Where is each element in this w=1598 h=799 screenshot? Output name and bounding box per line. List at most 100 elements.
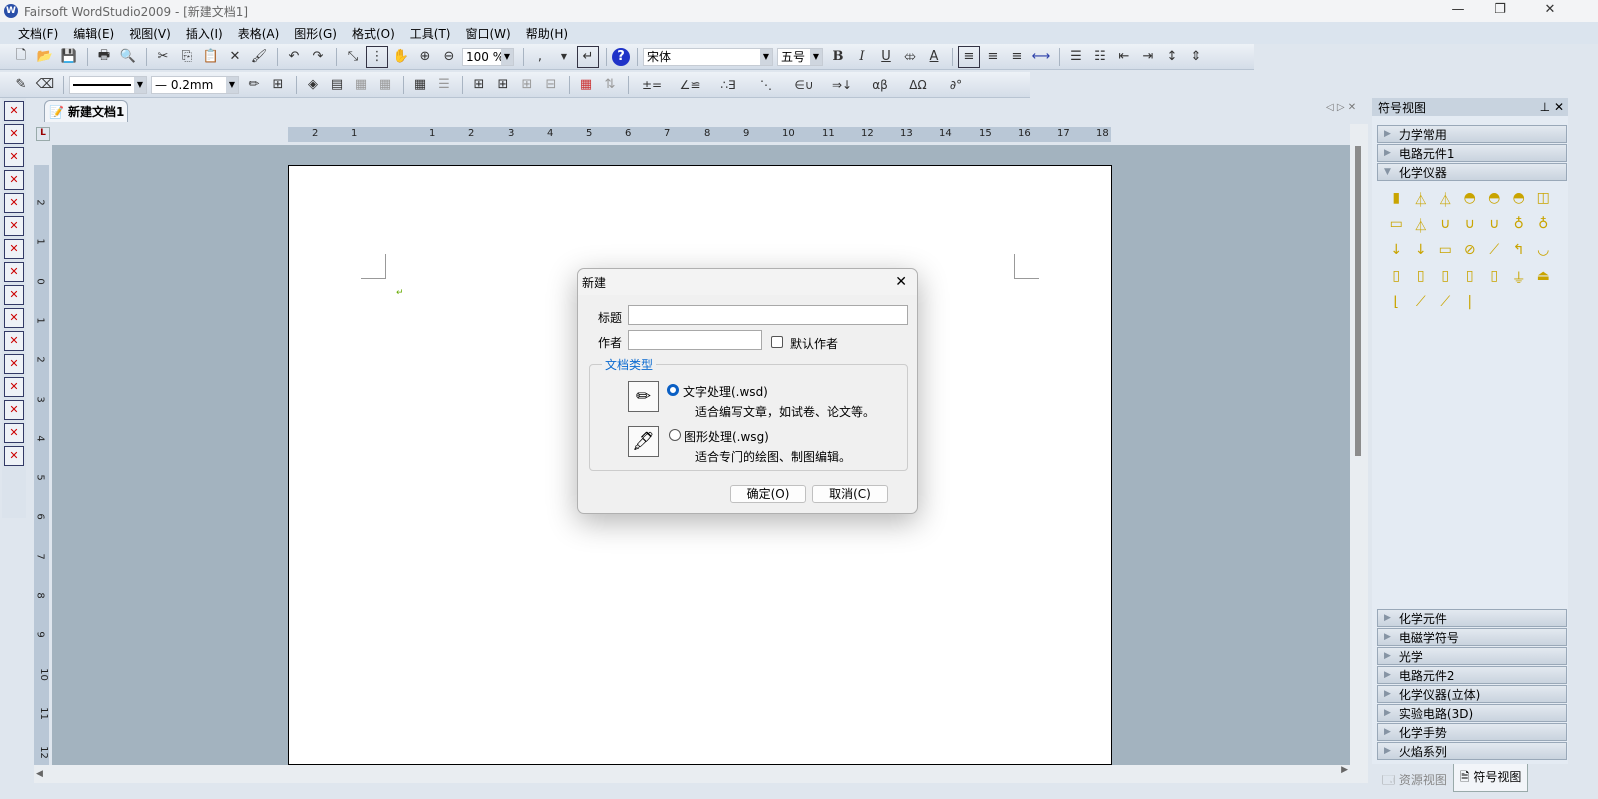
chemistry-apparatus-icon[interactable]: ▭: [1384, 216, 1409, 236]
chemistry-apparatus-icon[interactable]: ⏃: [1409, 190, 1434, 210]
align-center-icon[interactable]: ≡: [982, 46, 1004, 68]
cross-point-icon[interactable]: ✕: [4, 124, 24, 144]
maximize-button[interactable]: ❐: [1480, 2, 1520, 17]
insert-row-icon[interactable]: ⊞: [468, 74, 490, 96]
chemistry-apparatus-icon[interactable]: ⏃: [1433, 190, 1458, 210]
chemistry-apparatus-icon[interactable]: ⟋: [1433, 294, 1458, 314]
italic-button[interactable]: I: [851, 46, 873, 68]
radio-word-processing[interactable]: [667, 384, 679, 396]
symbol-button[interactable]: ΔΩ: [900, 74, 936, 96]
dialog-close-button[interactable]: ✕: [895, 274, 907, 290]
delete-icon[interactable]: ✕: [224, 46, 246, 68]
chemistry-apparatus-icon[interactable]: ▮: [1384, 190, 1409, 210]
shade2-icon[interactable]: ▦: [374, 74, 396, 96]
copy-icon[interactable]: ⎘: [176, 46, 198, 68]
minimize-button[interactable]: —: [1438, 2, 1478, 17]
chemistry-apparatus-icon[interactable]: ↓: [1384, 242, 1409, 262]
shade-icon[interactable]: ▦: [350, 74, 372, 96]
line-width-select[interactable]: — 0.2mm ▼: [151, 75, 239, 94]
circle-center-icon[interactable]: ✕: [4, 193, 24, 213]
save-icon[interactable]: 💾: [58, 46, 80, 68]
symbol-button[interactable]: αβ: [862, 74, 898, 96]
chemistry-apparatus-icon[interactable]: ▯: [1384, 268, 1409, 288]
chemistry-apparatus-icon[interactable]: ◫: [1531, 190, 1556, 210]
menu-item[interactable]: 表格(A): [238, 25, 280, 42]
edit-shape-icon[interactable]: ✎: [10, 74, 32, 96]
punctuation-button[interactable]: ,: [529, 46, 551, 68]
border-icon[interactable]: ⊞: [267, 74, 289, 96]
table-format-icon[interactable]: ☰: [433, 74, 455, 96]
sort-icon[interactable]: ⇅: [599, 74, 621, 96]
bullet-list-icon[interactable]: ☷: [1089, 46, 1111, 68]
chemistry-apparatus-icon[interactable]: ▯: [1482, 268, 1507, 288]
spiral-icon[interactable]: ✕: [4, 285, 24, 305]
tab-resource-view[interactable]: 🗔 资源视图: [1376, 766, 1453, 799]
category[interactable]: ▶ 光学: [1377, 647, 1567, 665]
print-preview-icon[interactable]: 🔍: [117, 46, 139, 68]
grid-icon[interactable]: ⋮: [366, 45, 388, 68]
tab-symbol-view[interactable]: 🗎 符号视图: [1452, 764, 1529, 792]
chemistry-apparatus-icon[interactable]: ♁: [1507, 216, 1532, 236]
symbol-button[interactable]: ∠≌: [672, 74, 708, 96]
symbol-button[interactable]: ⇒↓: [824, 74, 860, 96]
line-segment-icon[interactable]: ✕: [4, 170, 24, 190]
chemistry-apparatus-icon[interactable]: ∪: [1482, 216, 1507, 236]
vertical-scrollbar[interactable]: [1350, 124, 1368, 765]
new-icon[interactable]: 🗋: [10, 46, 32, 68]
chemistry-apparatus-icon[interactable]: ∪: [1433, 216, 1458, 236]
chemistry-apparatus-icon[interactable]: ⌊: [1384, 294, 1409, 314]
cancel-button[interactable]: 取消(C): [812, 485, 888, 503]
chemistry-apparatus-icon[interactable]: ⏏: [1531, 268, 1556, 288]
line-style-select[interactable]: ▼: [69, 75, 147, 94]
numbered-list-icon[interactable]: ☰: [1065, 46, 1087, 68]
char-spacing-icon[interactable]: ⤄: [899, 46, 921, 68]
align-right-icon[interactable]: ≡: [1006, 46, 1028, 68]
close-button[interactable]: ✕: [1530, 2, 1570, 17]
menu-item[interactable]: 文档(F): [18, 25, 58, 42]
symbol-button[interactable]: ∈∪: [786, 74, 822, 96]
format-painter-icon[interactable]: 🖌: [248, 46, 270, 68]
merge-cell-icon[interactable]: ⊟: [540, 74, 562, 96]
chemistry-apparatus-icon[interactable]: ▭: [1433, 242, 1458, 262]
chemistry-apparatus-icon[interactable]: ⏚: [1507, 268, 1532, 288]
line-spacing-icon[interactable]: ↕: [1161, 46, 1183, 68]
title-input[interactable]: [628, 305, 908, 325]
chemistry-apparatus-icon[interactable]: ∪: [1458, 216, 1483, 236]
category-2[interactable]: ▼ 化学仪器: [1377, 163, 1567, 181]
category[interactable]: ▶ 化学手势: [1377, 723, 1567, 741]
ok-button[interactable]: 确定(O): [730, 485, 806, 503]
magnet-icon[interactable]: ✕: [4, 101, 24, 121]
table-grid-icon[interactable]: ▦: [575, 74, 597, 96]
option-word-processing[interactable]: 文字处理(.wsd): [683, 383, 768, 400]
vertical-ruler[interactable]: 2 1 0 1 2 3 4 5 6 7 8 9 10 11 12: [34, 165, 49, 765]
chemistry-apparatus-icon[interactable]: ◓: [1458, 190, 1483, 210]
chemistry-apparatus-icon[interactable]: ▯: [1458, 268, 1483, 288]
punctuation-dropdown[interactable]: ▼: [553, 46, 575, 68]
author-input[interactable]: [628, 330, 762, 350]
menu-item[interactable]: 工具(T): [410, 25, 451, 42]
select-icon[interactable]: ⤡: [342, 46, 364, 68]
tab-document[interactable]: 📝 新建文档1: [44, 100, 128, 122]
line-color-icon[interactable]: ✏: [243, 74, 265, 96]
category[interactable]: ▶ 实验电路(3D): [1377, 704, 1567, 722]
rings-icon[interactable]: ✕: [4, 400, 24, 420]
arc-icon[interactable]: ✕: [4, 262, 24, 282]
paste-icon[interactable]: 📋: [200, 46, 222, 68]
font-select[interactable]: 宋体 ▼: [643, 47, 773, 66]
chemistry-apparatus-icon[interactable]: |: [1458, 294, 1483, 314]
option-graphics-processing[interactable]: 图形处理(.wsg): [684, 428, 769, 445]
chemistry-apparatus-icon[interactable]: ⏃: [1409, 216, 1434, 236]
pin-icon[interactable]: ⊥ ✕: [1540, 100, 1564, 114]
paragraph-mark-icon[interactable]: ↵: [577, 45, 599, 68]
increase-indent-icon[interactable]: ⇥: [1137, 46, 1159, 68]
align-left-icon[interactable]: ≡: [958, 45, 980, 68]
redo-icon[interactable]: ↷: [307, 46, 329, 68]
menu-item[interactable]: 窗口(W): [465, 25, 510, 42]
zoom-out-icon[interactable]: ⊖: [438, 46, 460, 68]
diagonal-icon[interactable]: ✕: [4, 354, 24, 374]
category[interactable]: ▶ 电磁学符号: [1377, 628, 1567, 646]
tab-nav-arrows[interactable]: ◁ ▷ ✕: [1326, 102, 1356, 113]
split-cell-icon[interactable]: ⊞: [516, 74, 538, 96]
menu-item[interactable]: 格式(O): [352, 25, 395, 42]
crosshair-icon[interactable]: ✕: [4, 331, 24, 351]
